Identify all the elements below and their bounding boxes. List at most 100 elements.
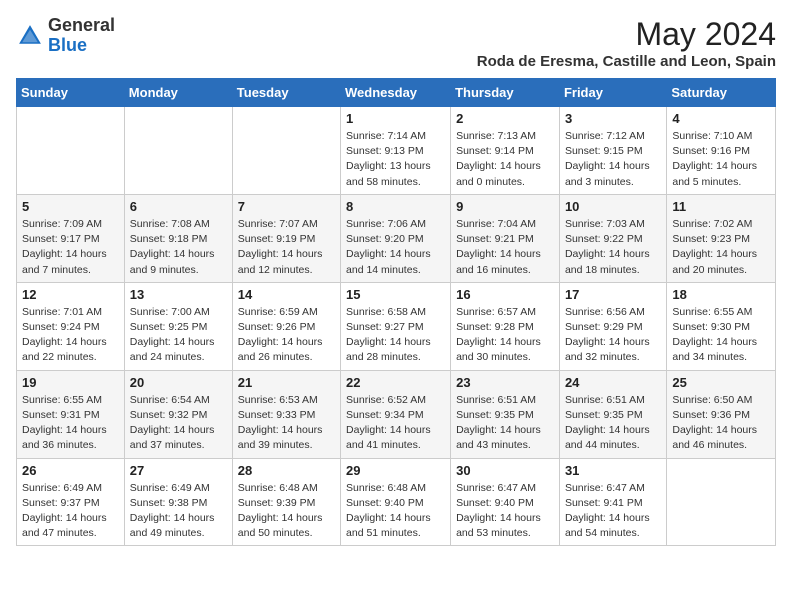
day-info: Sunrise: 7:04 AMSunset: 9:21 PMDaylight:… <box>456 217 554 278</box>
day-info: Sunrise: 6:49 AMSunset: 9:38 PMDaylight:… <box>130 481 227 542</box>
calendar-cell: 19 Sunrise: 6:55 AMSunset: 9:31 PMDayligh… <box>17 370 125 458</box>
day-info: Sunrise: 6:55 AMSunset: 9:31 PMDaylight:… <box>22 393 119 454</box>
calendar-cell <box>232 107 340 195</box>
day-info: Sunrise: 6:47 AMSunset: 9:40 PMDaylight:… <box>456 481 554 542</box>
calendar-cell: 31 Sunrise: 6:47 AMSunset: 9:41 PMDayligh… <box>559 458 666 546</box>
calendar-week-row: 1 Sunrise: 7:14 AMSunset: 9:13 PMDaylight… <box>17 107 776 195</box>
day-number: 16 <box>456 287 554 302</box>
day-info: Sunrise: 6:59 AMSunset: 9:26 PMDaylight:… <box>238 305 335 366</box>
day-number: 21 <box>238 375 335 390</box>
calendar-cell: 7 Sunrise: 7:07 AMSunset: 9:19 PMDaylight… <box>232 194 340 282</box>
calendar-cell: 15 Sunrise: 6:58 AMSunset: 9:27 PMDayligh… <box>341 282 451 370</box>
day-info: Sunrise: 7:14 AMSunset: 9:13 PMDaylight:… <box>346 129 445 190</box>
day-number: 31 <box>565 463 661 478</box>
day-info: Sunrise: 6:54 AMSunset: 9:32 PMDaylight:… <box>130 393 227 454</box>
calendar-cell: 4 Sunrise: 7:10 AMSunset: 9:16 PMDaylight… <box>667 107 776 195</box>
weekday-header-saturday: Saturday <box>667 79 776 107</box>
day-number: 11 <box>672 199 770 214</box>
calendar-cell: 26 Sunrise: 6:49 AMSunset: 9:37 PMDayligh… <box>17 458 125 546</box>
calendar-cell: 24Sunrise: 6:51 AMSunset: 9:35 PMDayligh… <box>559 370 666 458</box>
day-number: 22 <box>346 375 445 390</box>
day-info: Sunrise: 6:58 AMSunset: 9:27 PMDaylight:… <box>346 305 445 366</box>
day-number: 4 <box>672 111 770 126</box>
day-number: 26 <box>22 463 119 478</box>
calendar-cell: 12 Sunrise: 7:01 AMSunset: 9:24 PMDayligh… <box>17 282 125 370</box>
calendar-cell: 11 Sunrise: 7:02 AMSunset: 9:23 PMDayligh… <box>667 194 776 282</box>
day-number: 3 <box>565 111 661 126</box>
weekday-header-friday: Friday <box>559 79 666 107</box>
calendar-cell: 17 Sunrise: 6:56 AMSunset: 9:29 PMDayligh… <box>559 282 666 370</box>
day-number: 14 <box>238 287 335 302</box>
day-info: Sunrise: 7:02 AMSunset: 9:23 PMDaylight:… <box>672 217 770 278</box>
day-info: Sunrise: 6:48 AMSunset: 9:40 PMDaylight:… <box>346 481 445 542</box>
calendar-table: SundayMondayTuesdayWednesdayThursdayFrid… <box>16 78 776 546</box>
day-info: Sunrise: 7:10 AMSunset: 9:16 PMDaylight:… <box>672 129 770 190</box>
day-number: 27 <box>130 463 227 478</box>
day-info: Sunrise: 6:56 AMSunset: 9:29 PMDaylight:… <box>565 305 661 366</box>
day-number: 10 <box>565 199 661 214</box>
calendar-cell <box>124 107 232 195</box>
calendar-cell: 3 Sunrise: 7:12 AMSunset: 9:15 PMDaylight… <box>559 107 666 195</box>
calendar-cell: 30 Sunrise: 6:47 AMSunset: 9:40 PMDayligh… <box>451 458 560 546</box>
day-number: 17 <box>565 287 661 302</box>
calendar-cell: 1 Sunrise: 7:14 AMSunset: 9:13 PMDaylight… <box>341 107 451 195</box>
day-number: 15 <box>346 287 445 302</box>
title-block: May 2024 Roda de Eresma, Castille and Le… <box>477 16 776 70</box>
day-info: Sunrise: 6:48 AMSunset: 9:39 PMDaylight:… <box>238 481 335 542</box>
day-number: 6 <box>130 199 227 214</box>
calendar-cell: 2 Sunrise: 7:13 AMSunset: 9:14 PMDaylight… <box>451 107 560 195</box>
calendar-cell <box>17 107 125 195</box>
day-number: 25 <box>672 375 770 390</box>
day-info: Sunrise: 7:00 AMSunset: 9:25 PMDaylight:… <box>130 305 227 366</box>
day-number: 1 <box>346 111 445 126</box>
logo-general-text: General <box>48 15 115 35</box>
calendar-cell: 20 Sunrise: 6:54 AMSunset: 9:32 PMDayligh… <box>124 370 232 458</box>
logo-blue-text: Blue <box>48 35 87 55</box>
day-number: 19 <box>22 375 119 390</box>
day-info: Sunrise: 6:53 AMSunset: 9:33 PMDaylight:… <box>238 393 335 454</box>
day-number: 18 <box>672 287 770 302</box>
calendar-cell <box>667 458 776 546</box>
day-number: 7 <box>238 199 335 214</box>
calendar-cell: 23Sunrise: 6:51 AMSunset: 9:35 PMDayligh… <box>451 370 560 458</box>
calendar-cell: 29 Sunrise: 6:48 AMSunset: 9:40 PMDayligh… <box>341 458 451 546</box>
weekday-header-sunday: Sunday <box>17 79 125 107</box>
calendar-cell: 16 Sunrise: 6:57 AMSunset: 9:28 PMDayligh… <box>451 282 560 370</box>
calendar-cell: 8Sunrise: 7:06 AMSunset: 9:20 PMDaylight… <box>341 194 451 282</box>
day-number: 20 <box>130 375 227 390</box>
day-info: Sunrise: 6:57 AMSunset: 9:28 PMDaylight:… <box>456 305 554 366</box>
day-info: Sunrise: 6:47 AMSunset: 9:41 PMDaylight:… <box>565 481 661 542</box>
day-info: Sunrise: 7:13 AMSunset: 9:14 PMDaylight:… <box>456 129 554 190</box>
month-year-title: May 2024 <box>477 16 776 53</box>
day-info: Sunrise: 6:49 AMSunset: 9:37 PMDaylight:… <box>22 481 119 542</box>
day-info: Sunrise: 7:07 AMSunset: 9:19 PMDaylight:… <box>238 217 335 278</box>
day-number: 2 <box>456 111 554 126</box>
day-number: 24 <box>565 375 661 390</box>
calendar-cell: 6Sunrise: 7:08 AMSunset: 9:18 PMDaylight… <box>124 194 232 282</box>
weekday-header-thursday: Thursday <box>451 79 560 107</box>
weekday-header-row: SundayMondayTuesdayWednesdayThursdayFrid… <box>17 79 776 107</box>
day-number: 28 <box>238 463 335 478</box>
calendar-week-row: 5Sunrise: 7:09 AMSunset: 9:17 PMDaylight… <box>17 194 776 282</box>
logo-icon <box>16 22 44 50</box>
calendar-week-row: 12 Sunrise: 7:01 AMSunset: 9:24 PMDayligh… <box>17 282 776 370</box>
day-info: Sunrise: 7:06 AMSunset: 9:20 PMDaylight:… <box>346 217 445 278</box>
day-info: Sunrise: 7:01 AMSunset: 9:24 PMDaylight:… <box>22 305 119 366</box>
calendar-cell: 22 Sunrise: 6:52 AMSunset: 9:34 PMDayligh… <box>341 370 451 458</box>
calendar-cell: 27 Sunrise: 6:49 AMSunset: 9:38 PMDayligh… <box>124 458 232 546</box>
day-number: 29 <box>346 463 445 478</box>
day-info: Sunrise: 7:09 AMSunset: 9:17 PMDaylight:… <box>22 217 119 278</box>
day-number: 13 <box>130 287 227 302</box>
day-info: Sunrise: 6:51 AMSunset: 9:35 PMDaylight:… <box>456 393 554 454</box>
day-number: 9 <box>456 199 554 214</box>
calendar-cell: 25 Sunrise: 6:50 AMSunset: 9:36 PMDayligh… <box>667 370 776 458</box>
day-info: Sunrise: 6:55 AMSunset: 9:30 PMDaylight:… <box>672 305 770 366</box>
day-info: Sunrise: 7:12 AMSunset: 9:15 PMDaylight:… <box>565 129 661 190</box>
day-number: 12 <box>22 287 119 302</box>
day-info: Sunrise: 6:50 AMSunset: 9:36 PMDaylight:… <box>672 393 770 454</box>
calendar-cell: 5Sunrise: 7:09 AMSunset: 9:17 PMDaylight… <box>17 194 125 282</box>
calendar-cell: 21 Sunrise: 6:53 AMSunset: 9:33 PMDayligh… <box>232 370 340 458</box>
day-info: Sunrise: 6:52 AMSunset: 9:34 PMDaylight:… <box>346 393 445 454</box>
day-number: 30 <box>456 463 554 478</box>
calendar-week-row: 26 Sunrise: 6:49 AMSunset: 9:37 PMDayligh… <box>17 458 776 546</box>
